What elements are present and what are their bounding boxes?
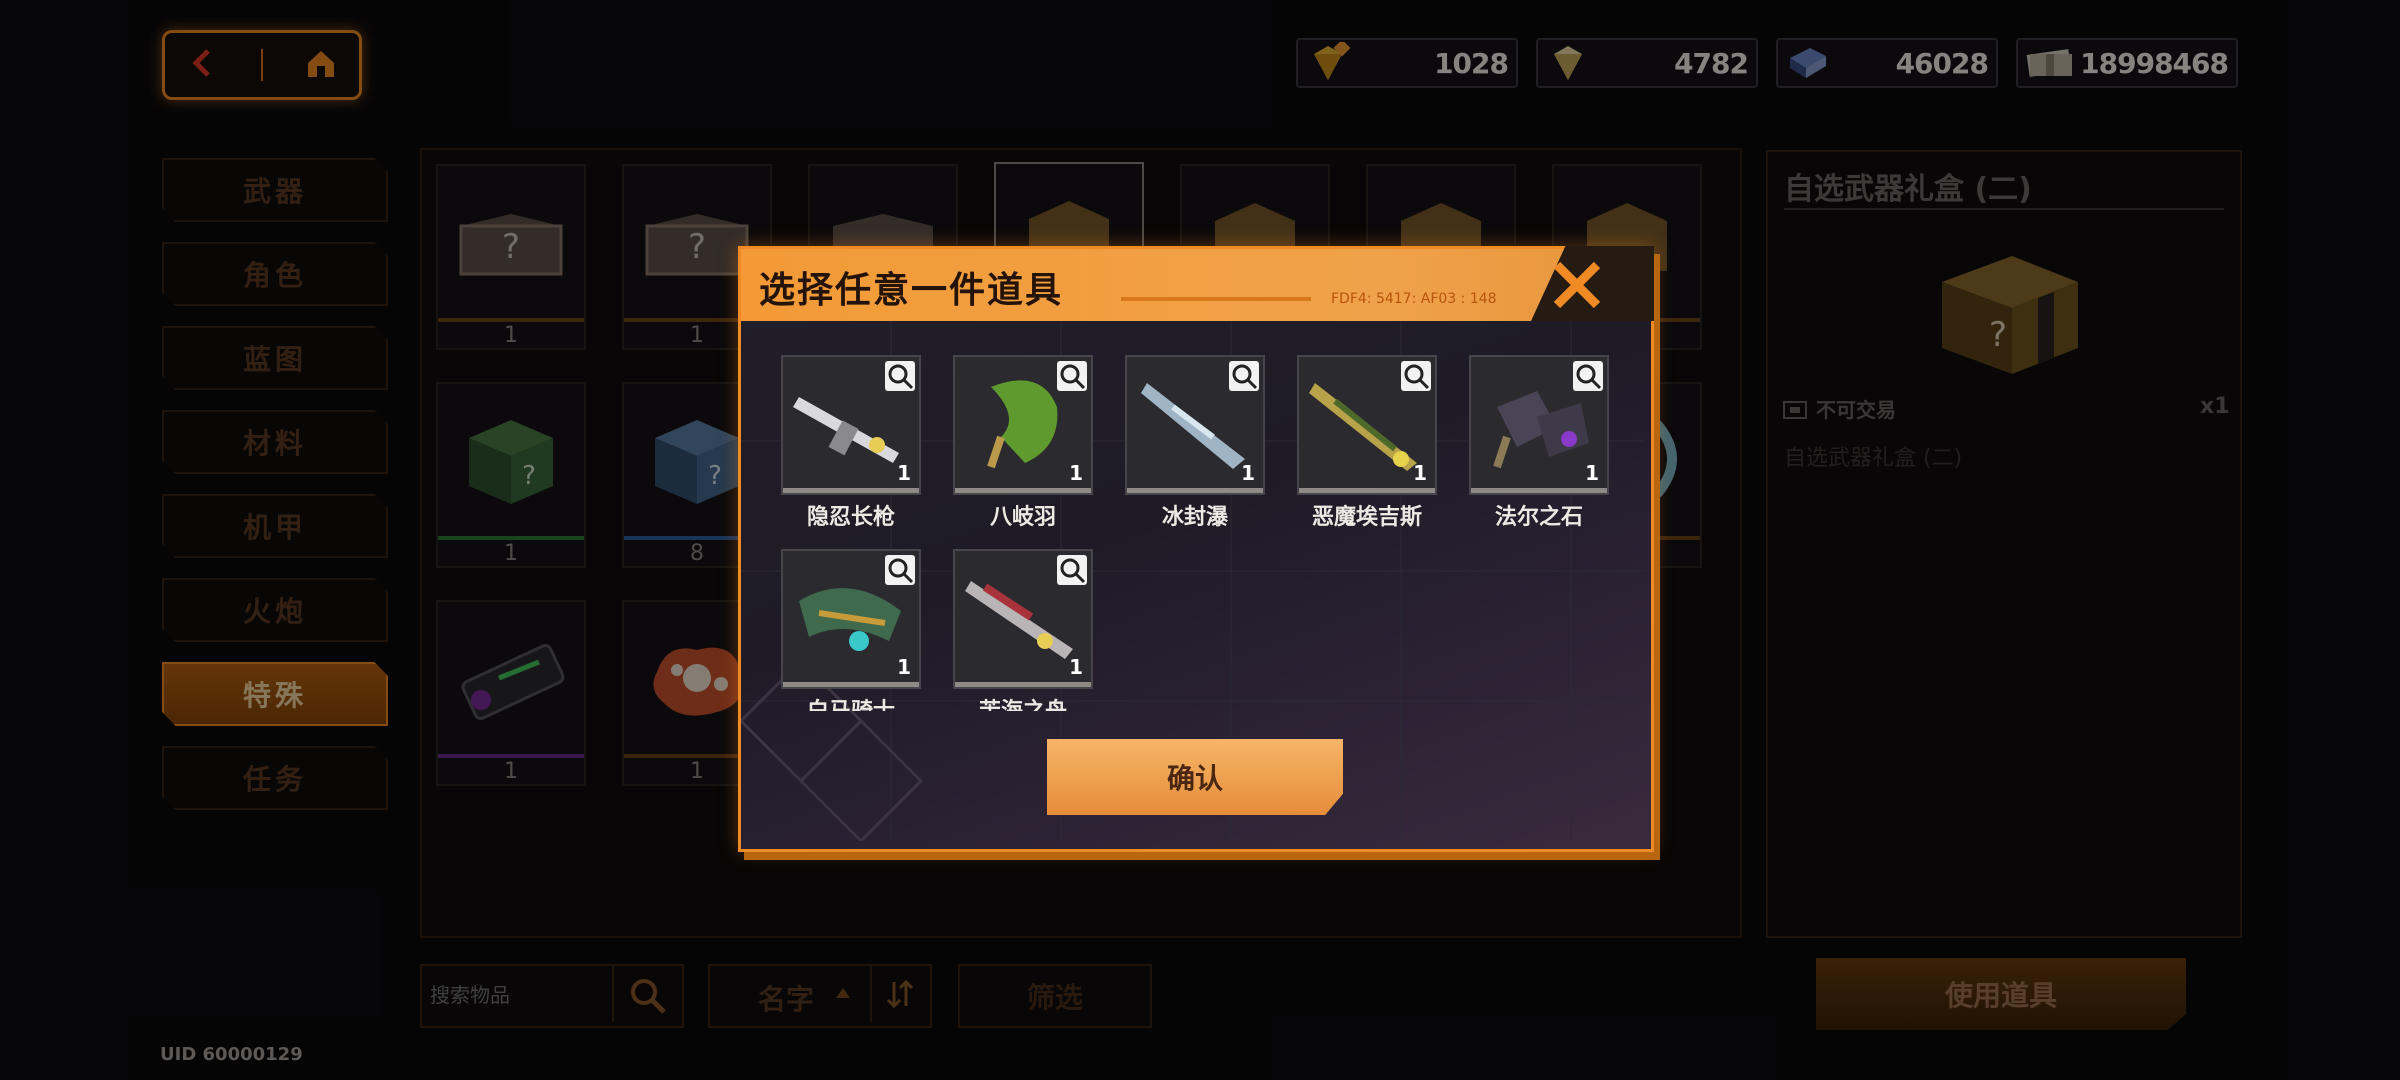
reward-item-name: 白马骑士 [781,693,921,711]
reward-item[interactable]: 1 [1125,355,1265,495]
item-quantity: 1 [1069,461,1083,485]
confirm-button[interactable]: 确认 [1047,739,1343,815]
reward-item-name: 隐忍长枪 [806,505,895,530]
header-stripe [1121,297,1311,301]
reward-item[interactable]: 1 [781,355,921,495]
reward-item[interactable]: 1 [953,549,1093,689]
reward-item[interactable]: 1 [781,549,921,689]
reward-item-name: 八岐羽 [989,505,1056,530]
item-quantity: 1 [1585,461,1599,485]
zoom-icon[interactable] [1229,361,1259,391]
reward-item[interactable]: 1 [1469,355,1609,495]
item-quantity: 1 [897,655,911,679]
zoom-icon[interactable] [1057,361,1087,391]
reward-item-name: 苦海之舟 [953,693,1093,711]
reward-item[interactable]: 1 [953,355,1093,495]
modal-code: FDF4: 5417: AF03 : 148 [1331,291,1497,307]
zoom-icon[interactable] [1057,555,1087,585]
item-quantity: 1 [1413,461,1427,485]
item-quantity: 1 [897,461,911,485]
reward-item-name: 冰封瀑 [1161,505,1228,530]
zoom-icon[interactable] [885,555,915,585]
close-icon[interactable] [1547,255,1607,319]
modal-title: 选择任意一件道具 [759,270,1064,311]
zoom-icon[interactable] [885,361,915,391]
zoom-icon[interactable] [1573,361,1603,391]
item-quantity: 1 [1069,655,1083,679]
reward-item[interactable]: 1 [1297,355,1437,495]
reward-item-name: 恶魔埃吉斯 [1311,505,1422,530]
select-item-modal: 选择任意一件道具 FDF4: 5417: AF03 : 148 1 隐忍长枪 1… [738,246,1654,852]
item-quantity: 1 [1241,461,1255,485]
zoom-icon[interactable] [1401,361,1431,391]
reward-item-name: 法尔之石 [1494,505,1583,530]
